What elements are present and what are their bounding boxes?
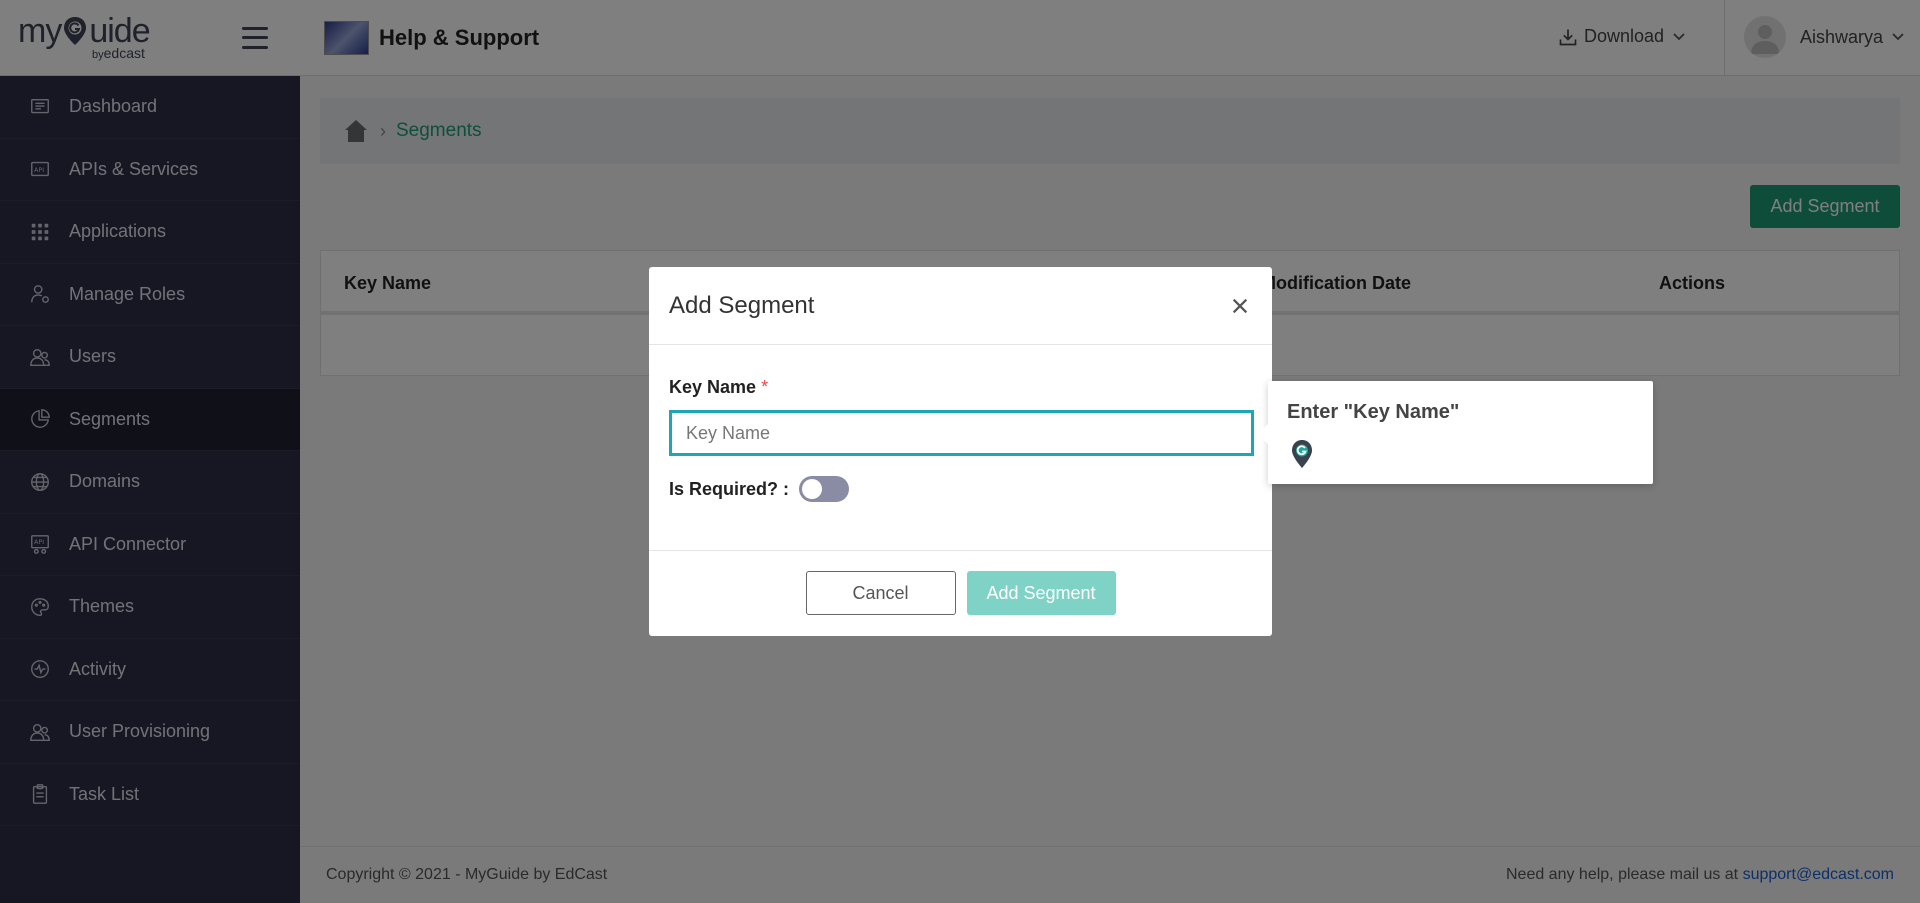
toggle-knob — [802, 479, 823, 499]
required-asterisk: * — [761, 377, 769, 397]
is-required-label: Is Required? : — [669, 478, 790, 499]
is-required-toggle[interactable] — [799, 476, 850, 502]
add-segment-submit-button[interactable]: Add Segment — [966, 571, 1116, 615]
tooltip-arrow — [1258, 424, 1268, 444]
modal-footer: Cancel Add Segment — [649, 551, 1272, 635]
key-name-input[interactable] — [669, 410, 1254, 456]
myguide-pin-icon[interactable] — [1290, 439, 1314, 469]
add-segment-modal: Add Segment Key Name * Is Required? : Ca… — [649, 267, 1272, 636]
cancel-button[interactable]: Cancel — [805, 571, 956, 615]
modal-header: Add Segment — [649, 267, 1272, 345]
modal-title: Add Segment — [669, 291, 815, 319]
close-icon[interactable] — [1228, 294, 1252, 318]
guide-tooltip: Enter "Key Name" — [1258, 381, 1653, 484]
key-name-label: Key Name * — [669, 377, 769, 397]
tooltip-text: Enter "Key Name" — [1287, 401, 1460, 423]
modal-body: Key Name * Is Required? : — [649, 345, 1272, 551]
is-required-row: Is Required? : — [669, 476, 1252, 502]
